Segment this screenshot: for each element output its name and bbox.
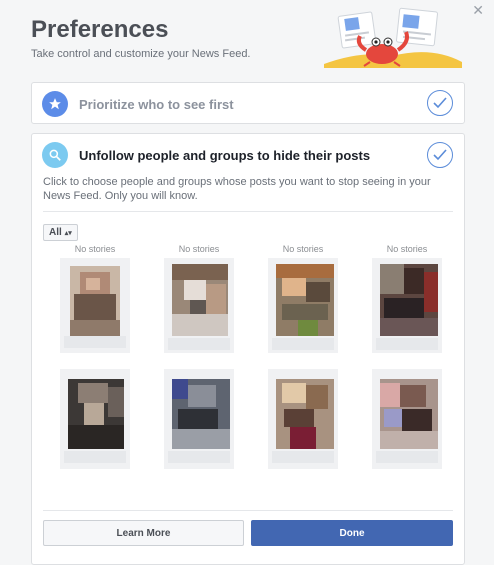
close-icon[interactable]: ✕ xyxy=(472,2,484,19)
page-title: Preferences xyxy=(31,16,169,43)
checkmark-icon[interactable] xyxy=(427,90,453,116)
profile-photo xyxy=(164,369,234,469)
learn-more-button[interactable]: Learn More xyxy=(43,520,244,546)
page-subtitle: Take control and customize your News Fee… xyxy=(31,48,251,60)
profile-tile[interactable]: No stories xyxy=(355,244,459,369)
profile-tile[interactable]: No stories xyxy=(43,244,147,369)
unfollow-description: Click to choose people and groups whose … xyxy=(43,176,431,202)
profile-photo xyxy=(60,258,130,353)
profile-photo xyxy=(372,369,442,469)
profile-photo xyxy=(372,258,442,353)
checkmark-icon[interactable] xyxy=(427,142,453,168)
divider xyxy=(43,510,453,511)
crab-illustration xyxy=(324,7,462,68)
profile-photo xyxy=(268,258,338,353)
preferences-dialog: ✕ Preferences Take control and customize… xyxy=(0,0,494,565)
filter-dropdown[interactable]: All ▴▾ xyxy=(43,224,78,241)
profile-tile[interactable] xyxy=(355,369,459,494)
profile-tile[interactable]: No stories xyxy=(147,244,251,369)
story-count-label: No stories xyxy=(178,244,220,254)
profile-photo xyxy=(164,258,234,353)
filter-value: All xyxy=(49,227,62,238)
profile-tile[interactable] xyxy=(147,369,251,494)
story-count-label: No stories xyxy=(282,244,324,254)
profile-photo xyxy=(268,369,338,469)
search-icon xyxy=(42,142,68,168)
option-label: Prioritize who to see first xyxy=(79,96,234,112)
option-label: Unfollow people and groups to hide their… xyxy=(79,147,371,163)
profile-tile[interactable] xyxy=(43,369,147,494)
option-unfollow: Unfollow people and groups to hide their… xyxy=(31,133,465,565)
profile-tile[interactable] xyxy=(251,369,355,494)
done-button[interactable]: Done xyxy=(251,520,453,546)
story-count-label: No stories xyxy=(74,244,116,254)
caret-icon: ▴▾ xyxy=(64,229,72,237)
profile-grid: No stories No stories No stories No stor… xyxy=(43,244,453,499)
profile-photo xyxy=(60,369,130,469)
story-count-label: No stories xyxy=(386,244,428,254)
option-prioritize[interactable]: Prioritize who to see first xyxy=(31,82,465,124)
star-icon xyxy=(42,91,68,117)
divider xyxy=(43,211,453,212)
profile-tile[interactable]: No stories xyxy=(251,244,355,369)
